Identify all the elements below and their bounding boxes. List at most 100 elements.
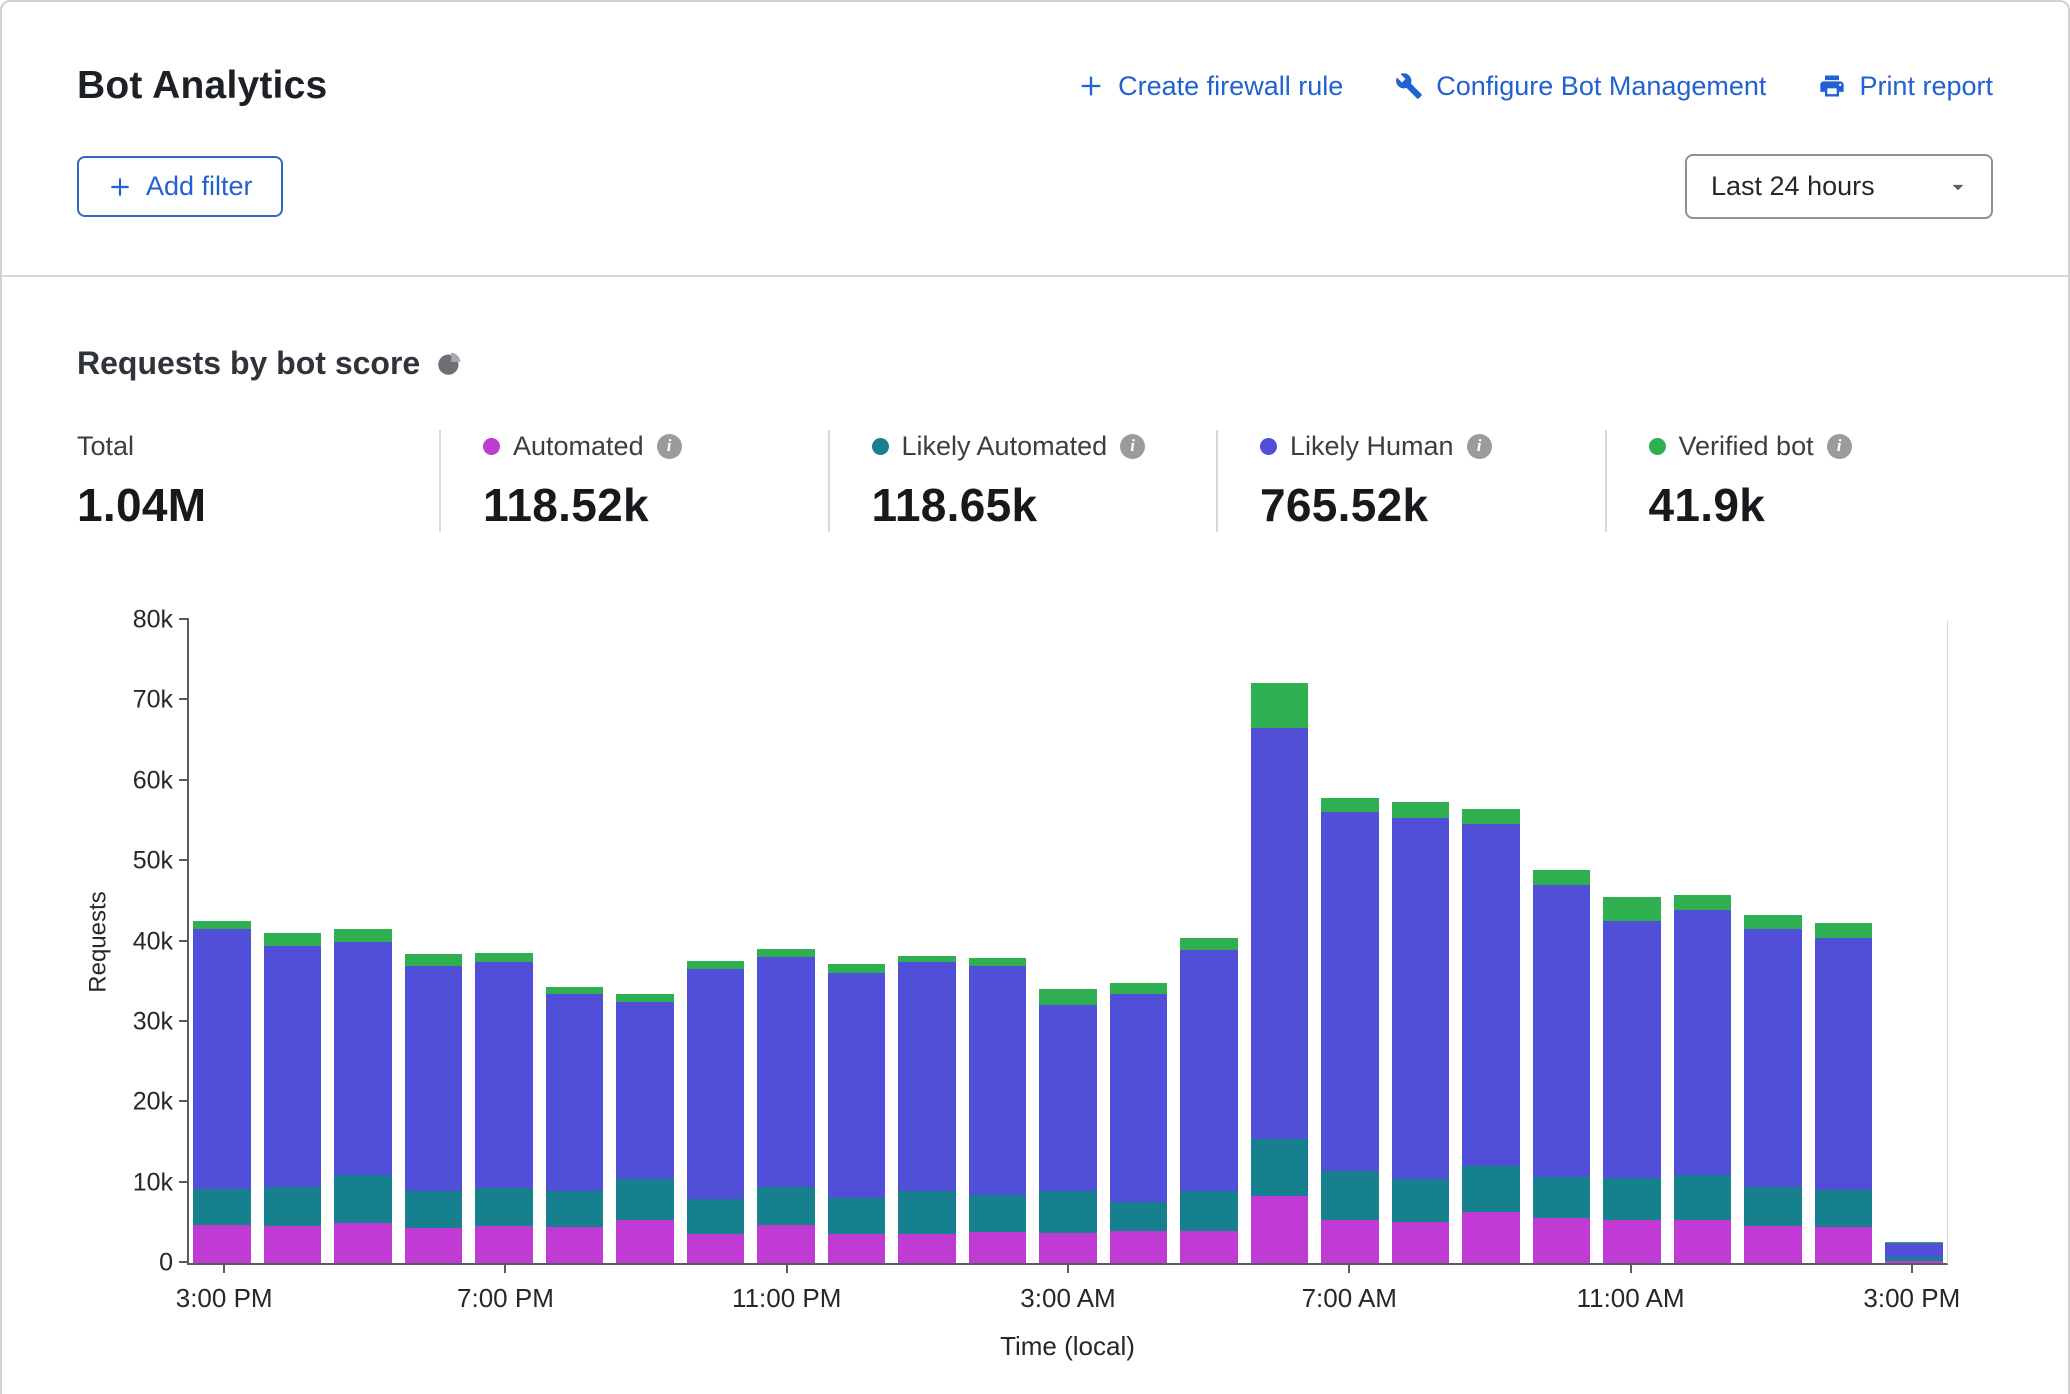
bar-segment-likely_human[interactable]	[475, 962, 533, 1189]
chart-bar[interactable]	[757, 620, 815, 1263]
chart-bar[interactable]	[828, 620, 886, 1263]
bar-segment-automated[interactable]	[898, 1234, 956, 1263]
chart-bar[interactable]	[1744, 620, 1802, 1263]
bar-segment-automated[interactable]	[1744, 1226, 1802, 1263]
bar-segment-likely_human[interactable]	[546, 994, 604, 1191]
create-firewall-rule-link[interactable]: Create firewall rule	[1077, 71, 1343, 102]
bar-segment-automated[interactable]	[1392, 1222, 1450, 1263]
configure-bot-management-link[interactable]: Configure Bot Management	[1395, 71, 1766, 102]
bar-segment-likely_human[interactable]	[687, 969, 745, 1199]
bar-segment-likely_automated[interactable]	[1533, 1177, 1591, 1218]
bar-segment-likely_human[interactable]	[1392, 818, 1450, 1180]
bar-segment-verified_bot[interactable]	[1321, 798, 1379, 812]
bar-segment-likely_automated[interactable]	[546, 1191, 604, 1227]
bar-segment-verified_bot[interactable]	[1674, 895, 1732, 910]
bar-segment-automated[interactable]	[1039, 1233, 1097, 1263]
bar-segment-verified_bot[interactable]	[616, 994, 674, 1002]
bar-segment-likely_automated[interactable]	[193, 1189, 251, 1225]
bar-segment-verified_bot[interactable]	[969, 958, 1027, 966]
bar-segment-likely_human[interactable]	[1180, 950, 1238, 1191]
bar-segment-automated[interactable]	[757, 1225, 815, 1263]
bar-segment-likely_human[interactable]	[1674, 910, 1732, 1175]
bar-segment-automated[interactable]	[1251, 1196, 1309, 1264]
bar-segment-likely_automated[interactable]	[334, 1175, 392, 1223]
bar-segment-verified_bot[interactable]	[1180, 938, 1238, 950]
bar-segment-likely_automated[interactable]	[475, 1188, 533, 1226]
print-report-link[interactable]: Print report	[1818, 71, 1993, 102]
bar-segment-verified_bot[interactable]	[475, 953, 533, 962]
bar-segment-automated[interactable]	[1603, 1220, 1661, 1263]
chart-bar[interactable]	[1392, 620, 1450, 1263]
chart-bar[interactable]	[405, 620, 463, 1263]
bar-segment-likely_automated[interactable]	[616, 1179, 674, 1220]
bar-segment-likely_human[interactable]	[1039, 1005, 1097, 1191]
chart-bar[interactable]	[264, 620, 322, 1263]
chart-bar[interactable]	[1110, 620, 1168, 1263]
bar-segment-automated[interactable]	[334, 1223, 392, 1263]
chart-bar[interactable]	[475, 620, 533, 1263]
bar-segment-likely_human[interactable]	[1603, 921, 1661, 1177]
chart-bar[interactable]	[898, 620, 956, 1263]
bar-segment-likely_human[interactable]	[1744, 929, 1802, 1186]
bar-segment-likely_automated[interactable]	[1744, 1187, 1802, 1226]
bar-segment-automated[interactable]	[1110, 1231, 1168, 1263]
bar-segment-verified_bot[interactable]	[334, 929, 392, 941]
bar-segment-likely_human[interactable]	[1815, 938, 1873, 1190]
bar-segment-likely_human[interactable]	[616, 1002, 674, 1179]
bar-segment-likely_human[interactable]	[405, 966, 463, 1191]
chart-bar[interactable]	[1039, 620, 1097, 1263]
info-icon[interactable]	[1827, 434, 1852, 459]
chart-bar[interactable]	[193, 620, 251, 1263]
chart-bar[interactable]	[969, 620, 1027, 1263]
bar-segment-likely_human[interactable]	[264, 946, 322, 1187]
bar-segment-automated[interactable]	[1321, 1220, 1379, 1263]
bar-segment-likely_human[interactable]	[193, 929, 251, 1189]
bar-segment-likely_automated[interactable]	[1392, 1179, 1450, 1222]
bar-segment-likely_human[interactable]	[1533, 885, 1591, 1177]
bar-segment-verified_bot[interactable]	[687, 961, 745, 969]
chart-bar[interactable]	[1321, 620, 1379, 1263]
info-icon[interactable]	[1467, 434, 1492, 459]
bar-segment-likely_automated[interactable]	[1462, 1166, 1520, 1213]
bar-segment-automated[interactable]	[1180, 1231, 1238, 1263]
bar-segment-automated[interactable]	[828, 1234, 886, 1263]
bar-segment-automated[interactable]	[616, 1220, 674, 1263]
bar-segment-automated[interactable]	[405, 1228, 463, 1263]
bar-segment-automated[interactable]	[264, 1226, 322, 1263]
bar-segment-likely_automated[interactable]	[1603, 1178, 1661, 1220]
chart-bar[interactable]	[1180, 620, 1238, 1263]
chart-bar[interactable]	[1462, 620, 1520, 1263]
bar-segment-likely_automated[interactable]	[828, 1198, 886, 1234]
bar-segment-likely_human[interactable]	[1251, 728, 1309, 1140]
bar-segment-likely_human[interactable]	[1321, 812, 1379, 1171]
bar-segment-automated[interactable]	[969, 1232, 1027, 1263]
bar-segment-likely_automated[interactable]	[1321, 1171, 1379, 1220]
bar-segment-automated[interactable]	[546, 1227, 604, 1263]
bar-segment-verified_bot[interactable]	[1815, 923, 1873, 937]
bar-segment-verified_bot[interactable]	[1039, 989, 1097, 1005]
bar-segment-likely_automated[interactable]	[405, 1191, 463, 1228]
bar-segment-automated[interactable]	[1674, 1220, 1732, 1263]
bar-segment-likely_human[interactable]	[969, 966, 1027, 1195]
bar-segment-verified_bot[interactable]	[1744, 915, 1802, 929]
chart-bar[interactable]	[616, 620, 674, 1263]
chart-bar[interactable]	[334, 620, 392, 1263]
info-icon[interactable]	[657, 434, 682, 459]
bar-segment-verified_bot[interactable]	[1251, 683, 1309, 728]
bar-segment-likely_human[interactable]	[334, 942, 392, 1175]
bar-segment-likely_automated[interactable]	[687, 1199, 745, 1234]
add-filter-button[interactable]: Add filter	[77, 156, 283, 217]
info-icon[interactable]	[1120, 434, 1145, 459]
bar-segment-likely_human[interactable]	[828, 973, 886, 1198]
bar-segment-verified_bot[interactable]	[1392, 802, 1450, 817]
bar-segment-likely_automated[interactable]	[1039, 1191, 1097, 1233]
bar-segment-likely_automated[interactable]	[264, 1187, 322, 1226]
bar-segment-verified_bot[interactable]	[1603, 897, 1661, 921]
bar-segment-verified_bot[interactable]	[193, 921, 251, 929]
bar-segment-likely_automated[interactable]	[969, 1195, 1027, 1232]
bar-segment-verified_bot[interactable]	[1533, 870, 1591, 885]
bar-segment-automated[interactable]	[687, 1234, 745, 1263]
bar-segment-automated[interactable]	[1533, 1218, 1591, 1263]
bar-segment-verified_bot[interactable]	[757, 949, 815, 957]
chart-bar[interactable]	[1533, 620, 1591, 1263]
